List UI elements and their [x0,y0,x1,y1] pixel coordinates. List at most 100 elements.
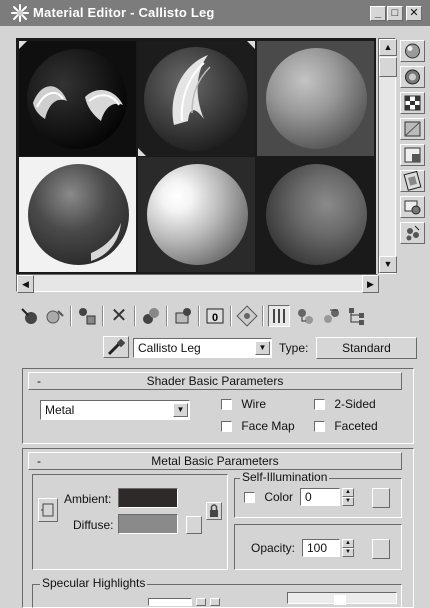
self-illum-color-checkbox[interactable] [244,492,255,504]
lock-button[interactable] [206,502,222,520]
face-map-checkbox[interactable] [221,421,232,433]
sample-slot-3[interactable] [257,41,374,156]
go-to-parent-icon[interactable] [294,305,316,327]
pick-material-from-object-button[interactable] [103,336,129,358]
options-button[interactable] [400,196,425,218]
sample-slot-6[interactable] [257,157,374,272]
sample-slot-2[interactable] [138,41,255,156]
sample-slot-1[interactable] [19,41,136,156]
diffuse-label: Diffuse: [73,518,114,532]
vertical-scroll-thumb[interactable] [379,57,397,77]
scroll-down-arrow-icon[interactable]: ▼ [379,256,397,273]
diffuse-map-button[interactable] [186,516,202,534]
show-end-result-icon[interactable] [268,305,290,327]
eyedropper-icon [107,338,126,356]
hair-strand-sphere-preview [144,47,248,151]
spinner-up-icon[interactable]: ▲ [342,539,354,548]
ambient-color-swatch[interactable] [118,488,178,508]
chevron-down-icon[interactable]: ▼ [255,341,270,355]
material-effects-channel-icon[interactable]: 0 [204,305,226,327]
video-color-check-button[interactable] [400,144,425,166]
put-material-to-scene-icon[interactable] [44,305,66,327]
spinner-up-icon[interactable]: ▲ [342,488,354,497]
two-sided-label: 2-Sided [334,397,376,411]
rollout-collapse-icon: - [37,454,41,468]
scroll-up-arrow-icon[interactable]: ▲ [379,39,397,56]
window-title: Material Editor - Callisto Leg [33,5,215,20]
self-illum-amount-field[interactable]: 0 [300,488,340,506]
shader-basic-parameters-header[interactable]: - Shader Basic Parameters [28,372,402,390]
self-illum-color-label: Color [264,490,294,504]
assign-material-to-selection-icon[interactable] [76,305,98,327]
specular-level-field[interactable] [148,598,192,606]
go-forward-to-sibling-icon[interactable] [320,305,342,327]
sphere-icon [405,43,420,59]
reset-map-delete-icon[interactable]: ✕ [108,305,130,327]
backlight-button[interactable] [400,66,425,88]
faceted-option[interactable]: Faceted [314,419,378,433]
material-map-navigator-icon[interactable] [346,305,368,327]
select-by-material-icon [406,225,420,241]
opacity-map-button[interactable] [372,539,390,559]
opacity-spinner[interactable]: ▲ ▼ [342,539,354,557]
shader-type-dropdown[interactable]: Metal ▼ [40,400,190,420]
film-strip-icon [403,170,422,191]
put-to-library-icon[interactable] [172,305,194,327]
wire-checkbox[interactable] [221,399,232,411]
self-illum-map-button[interactable] [372,488,390,508]
opacity-field[interactable]: 100 [302,539,340,557]
scroll-left-arrow-icon[interactable]: ◀ [17,275,34,293]
minimize-button[interactable]: _ [370,6,386,21]
title-bar[interactable]: Material Editor - Callisto Leg _ □ ✕ [0,0,430,26]
two-sided-option[interactable]: 2-Sided [314,397,376,411]
scroll-right-arrow-icon[interactable]: ▶ [362,275,379,293]
background-button[interactable] [400,92,425,114]
make-material-copy-icon[interactable] [140,305,162,327]
wire-option[interactable]: Wire [221,397,266,411]
sample-type-sphere-button[interactable] [400,40,425,62]
lock-icon [210,504,218,517]
faceted-label: Faceted [334,419,378,433]
checker-background-icon [404,95,421,111]
specular-map-button[interactable] [210,598,220,606]
close-button[interactable]: ✕ [406,6,422,21]
face-map-option[interactable]: Face Map [221,419,295,433]
two-sided-checkbox[interactable] [314,399,325,411]
self-illum-spinner[interactable]: ▲ ▼ [342,488,354,506]
get-material-icon[interactable] [18,305,40,327]
highlight-curve-graph [287,592,397,605]
metal-basic-parameters-header[interactable]: - Metal Basic Parameters [28,452,402,470]
type-label: Type: [279,341,309,355]
opacity-label: Opacity: [251,541,296,555]
select-by-material-button[interactable] [400,222,425,244]
face-map-label: Face Map [241,419,295,433]
sample-slot-5[interactable] [138,157,255,272]
self-illum-color-option[interactable]: Color [244,490,293,504]
specular-spinner[interactable] [196,598,206,606]
show-map-in-viewport-icon[interactable] [236,305,258,327]
material-name-dropdown[interactable]: Callisto Leg ▼ [133,338,272,358]
sample-slot-4-selected[interactable] [19,157,136,272]
sample-slots-vertical-scrollbar[interactable]: ▲ ▼ [378,38,397,274]
spinner-down-icon[interactable]: ▼ [342,497,354,506]
spinner-down-icon[interactable]: ▼ [342,548,354,557]
sample-slots-horizontal-scrollbar[interactable]: ◀ ▶ [16,274,379,293]
tiling-icon [404,121,421,137]
make-preview-button[interactable] [400,170,425,192]
dark-grey-material-sphere-preview [266,164,367,265]
specular-highlights-label: Specular Highlights [40,576,148,590]
faceted-checkbox[interactable] [314,421,325,433]
sample-uv-tiling-button[interactable] [400,118,425,140]
diffuse-color-swatch[interactable] [118,514,178,534]
options-icon [404,200,421,215]
self-illumination-label: Self-Illumination [240,470,330,484]
maximize-button[interactable]: □ [387,6,403,21]
grey-material-sphere-preview [266,48,367,149]
chevron-down-icon[interactable]: ▼ [173,403,188,417]
sample-slot-grid [16,38,376,274]
white-material-sphere-preview [147,164,248,265]
material-type-button[interactable]: Standard [316,337,417,359]
backlight-icon [405,69,420,85]
lock-ambient-diffuse-button[interactable] [38,498,58,522]
shader-type-value: Metal [45,403,75,417]
